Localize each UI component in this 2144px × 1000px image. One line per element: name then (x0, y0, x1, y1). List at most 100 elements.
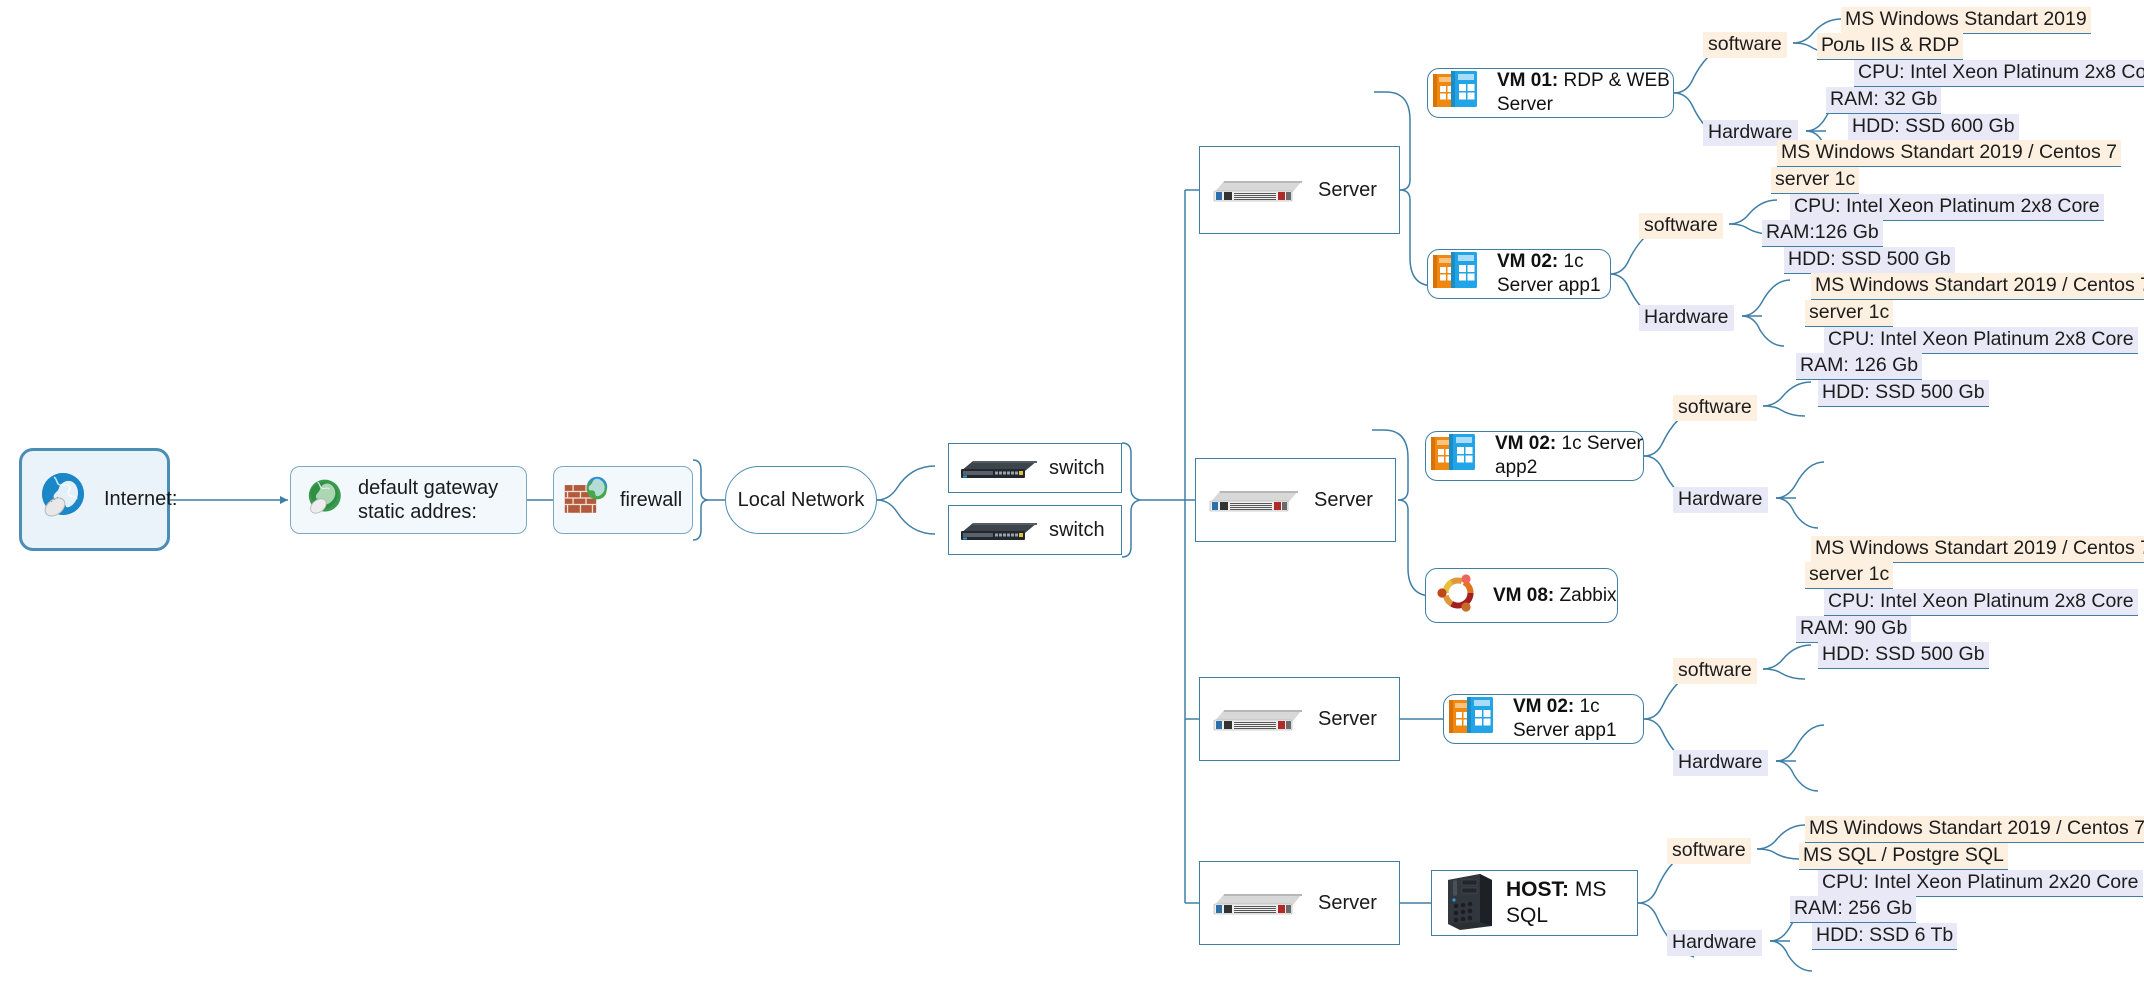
globe-mouse-icon (300, 474, 348, 527)
internet-label: Internet: (104, 488, 178, 511)
branch-chip-hardware-2[interactable]: Hardware (1639, 305, 1734, 331)
tower-pc-icon (1440, 872, 1496, 935)
sub-g4-sw2 (1762, 668, 1806, 680)
leaf-software-5-2[interactable]: MS SQL / Postgre SQL (1799, 843, 2008, 870)
host-label-bold: HOST: (1506, 877, 1569, 901)
server-node-1[interactable]: Server (1199, 146, 1400, 234)
sub-g4-sw1 (1762, 644, 1812, 670)
branch-chip-software-5[interactable]: software (1667, 838, 1751, 864)
rack-server-icon (1206, 171, 1306, 210)
server-label-2: Server (1314, 488, 1373, 511)
sub-g5-sw1 (1756, 824, 1806, 850)
server-node-3[interactable]: Server (1199, 677, 1400, 761)
branch-chip-software-3[interactable]: software (1673, 395, 1757, 421)
vm-label-2-1: VM 02: 1c Server app2 (1495, 432, 1643, 480)
windows-boxes-icon (1432, 251, 1488, 298)
leaf-hardware-2-2[interactable]: RAM:126 Gb (1762, 220, 1883, 247)
vm-node-3-1[interactable]: VM 02: 1c Server app1 (1443, 694, 1644, 744)
rack-server-icon (1206, 884, 1306, 923)
server-label-1: Server (1318, 178, 1377, 201)
vm-node-2-2[interactable]: VM 08: Zabbix (1425, 568, 1618, 623)
vm-label-bold: VM 02: (1495, 433, 1557, 455)
vm-label-1-2: VM 02: 1c Server app1 (1497, 250, 1610, 298)
sub-g3-sw1 (1762, 381, 1812, 407)
vm-label-bold: VM 01: (1497, 70, 1559, 92)
host-label-mssql: HOST: MS SQL (1506, 877, 1637, 930)
switch-label-1: switch (1049, 456, 1105, 479)
branch-chip-hardware-5[interactable]: Hardware (1667, 930, 1762, 956)
leaf-hardware-4-2[interactable]: RAM: 90 Gb (1796, 616, 1912, 643)
sub-g4-hw1 (1775, 724, 1825, 762)
sub-g3-hw1 (1775, 461, 1825, 499)
branch-chip-software-4[interactable]: software (1673, 658, 1757, 684)
firewall-label: firewall (620, 488, 683, 511)
host-node-mssql[interactable]: HOST: MS SQL (1431, 870, 1638, 936)
vm-label-2-2: VM 08: Zabbix (1493, 584, 1617, 608)
rack-server-icon (1206, 700, 1306, 739)
sub-g5-hw3 (1769, 940, 1813, 972)
leaf-hardware-3-1[interactable]: CPU: Intel Xeon Platinum 2x8 Core (1824, 327, 2138, 354)
leaf-hardware-5-1[interactable]: CPU: Intel Xeon Platinum 2x20 Core (1818, 870, 2143, 897)
server-label-4: Server (1318, 891, 1377, 914)
rack-switch-icon (955, 449, 1041, 488)
leaf-hardware-3-3[interactable]: HDD: SSD 500 Gb (1818, 380, 1989, 407)
leaf-hardware-4-3[interactable]: HDD: SSD 500 Gb (1818, 642, 1989, 669)
server-node-2[interactable]: Server (1195, 458, 1396, 542)
windows-boxes-icon (1430, 433, 1486, 480)
leaf-hardware-4-1[interactable]: CPU: Intel Xeon Platinum 2x8 Core (1824, 589, 2138, 616)
leaf-hardware-5-3[interactable]: HDD: SSD 6 Tb (1812, 923, 1958, 950)
leaf-software-2-2[interactable]: server 1c (1771, 167, 1860, 194)
local-network-label: Local Network (737, 488, 865, 511)
vm-label-1-1: VM 01: RDP & WEB Server (1497, 69, 1673, 117)
sub-g2-hw1 (1741, 279, 1791, 317)
brace-firewall (692, 459, 710, 541)
windows-boxes-icon (1448, 696, 1504, 743)
branch-chip-software-1[interactable]: software (1703, 32, 1787, 58)
link-ln-switch2 (876, 499, 936, 535)
windows-boxes-icon (1432, 70, 1488, 117)
vm-label-bold: VM 08: (1493, 584, 1555, 606)
branch-chip-hardware-3[interactable]: Hardware (1673, 487, 1768, 513)
leaf-software-1-2[interactable]: Роль IIS & RDP (1817, 33, 1964, 60)
leaf-software-3-1[interactable]: MS Windows Standart 2019 / Centos 7 (1811, 273, 2144, 300)
default-gateway-node[interactable]: default gateway static addres: (290, 466, 527, 534)
server-label-3: Server (1318, 707, 1377, 730)
leaf-hardware-3-2[interactable]: RAM: 126 Gb (1796, 353, 1923, 380)
leaf-software-4-2[interactable]: server 1c (1805, 562, 1894, 589)
vm-node-1-1[interactable]: VM 01: RDP & WEB Server (1427, 68, 1674, 118)
local-network-node[interactable]: Local Network (725, 466, 877, 534)
leaf-software-3-2[interactable]: server 1c (1805, 300, 1894, 327)
switch-node-1[interactable]: switch (948, 443, 1122, 493)
ubuntu-icon (1432, 569, 1484, 622)
vm-label-3-1: VM 02: 1c Server app1 (1513, 695, 1643, 743)
leaf-software-4-1[interactable]: MS Windows Standart 2019 / Centos 7 (1811, 536, 2144, 563)
sub-g3-sw2 (1762, 405, 1806, 417)
vm-label-bold: VM 02: (1513, 696, 1575, 718)
leaf-software-1-1[interactable]: MS Windows Standart 2019 (1841, 7, 2091, 34)
link-ln-switch1 (876, 465, 936, 501)
rack-switch-icon (955, 511, 1041, 550)
leaf-software-5-1[interactable]: MS Windows Standart 2019 / Centos 7 (1805, 816, 2144, 843)
sub-g2-hw3 (1741, 315, 1785, 347)
network-diagram-canvas: Internet: default gateway static addres: (0, 0, 2144, 1000)
switch-label-2: switch (1049, 518, 1105, 541)
sub-g4-hw3 (1775, 760, 1819, 792)
branch-chip-software-2[interactable]: software (1639, 213, 1723, 239)
sub-g3-hw3 (1775, 497, 1819, 529)
leaf-software-2-1[interactable]: MS Windows Standart 2019 / Centos 7 (1777, 140, 2122, 167)
vm-label-bold: VM 02: (1497, 251, 1559, 273)
leaf-hardware-2-1[interactable]: CPU: Intel Xeon Platinum 2x8 Core (1790, 194, 2104, 221)
leaf-hardware-2-3[interactable]: HDD: SSD 500 Gb (1784, 247, 1955, 274)
firewall-node[interactable]: firewall (553, 466, 693, 534)
leaf-hardware-1-3[interactable]: HDD: SSD 600 Gb (1848, 114, 2019, 141)
leaf-hardware-1-1[interactable]: CPU: Intel Xeon Platinum 2x8 Core (1854, 60, 2144, 87)
branch-chip-hardware-4[interactable]: Hardware (1673, 750, 1768, 776)
server-node-4[interactable]: Server (1199, 861, 1400, 945)
brick-wall-globe-icon (562, 474, 610, 527)
internet-node[interactable]: Internet: (19, 448, 177, 551)
leaf-hardware-5-2[interactable]: RAM: 256 Gb (1790, 896, 1917, 923)
switch-node-2[interactable]: switch (948, 505, 1122, 555)
leaf-hardware-1-2[interactable]: RAM: 32 Gb (1826, 87, 1942, 114)
vm-node-2-1[interactable]: VM 02: 1c Server app2 (1425, 431, 1644, 481)
vm-node-1-2[interactable]: VM 02: 1c Server app1 (1427, 249, 1611, 299)
